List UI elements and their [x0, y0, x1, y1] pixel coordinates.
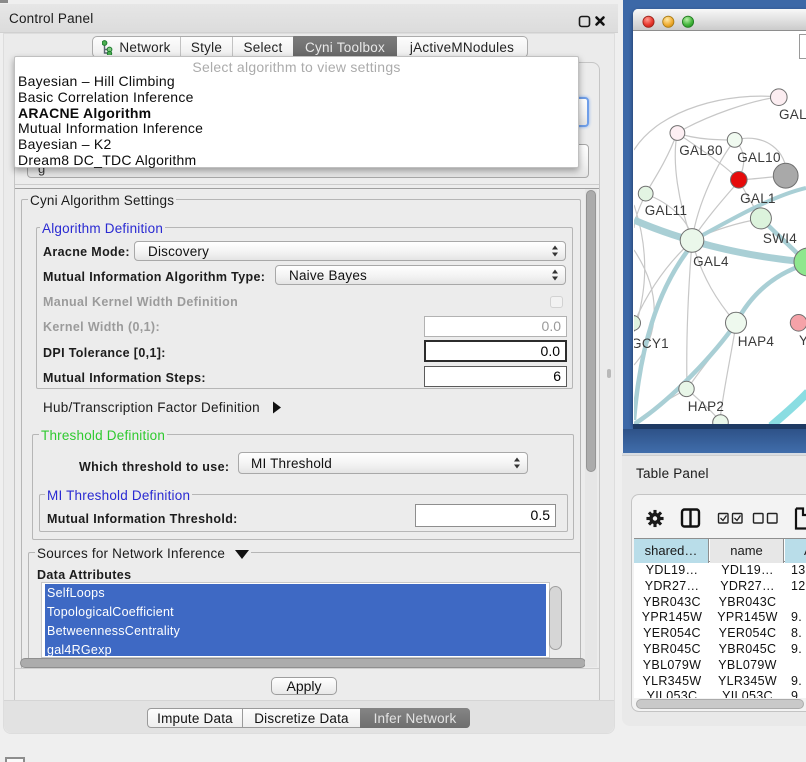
svg-text:SWI4: SWI4 [763, 231, 797, 246]
svg-text:GAL80: GAL80 [679, 143, 723, 158]
svg-text:GAL: GAL [779, 107, 806, 122]
svg-text:GAL11: GAL11 [645, 203, 688, 218]
svg-text:HAP4: HAP4 [738, 334, 775, 349]
svg-text:Y: Y [799, 333, 806, 348]
svg-text:GAL1: GAL1 [740, 191, 776, 206]
svg-text:HAP2: HAP2 [688, 399, 724, 414]
svg-text:GAL4: GAL4 [693, 254, 729, 269]
svg-text:GAL10: GAL10 [737, 150, 781, 165]
svg-text:GCY1: GCY1 [634, 336, 669, 351]
